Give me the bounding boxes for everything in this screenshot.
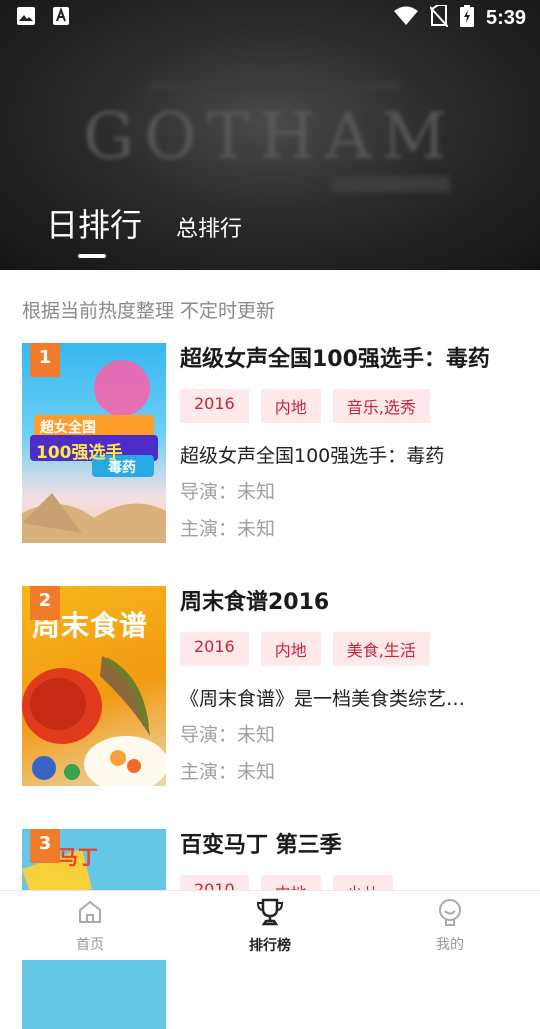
poster-caption-line-1: 超女全国	[40, 420, 96, 436]
wifi-icon	[393, 6, 418, 30]
nav-ranking-label: 排行榜	[249, 937, 291, 954]
nav-ranking[interactable]: 排行榜	[180, 891, 360, 960]
header-banner: GOTHAM 5:39 日排行 总排行	[0, 0, 540, 270]
item-description: 超级女声全国100强选手：毒药	[180, 445, 445, 467]
nav-home[interactable]: 首页	[0, 891, 180, 960]
rank-badge: 2	[30, 586, 60, 620]
item-title[interactable]: 百变马丁 第三季	[180, 829, 500, 863]
item-description: 《周末食谱》是一档美食类综艺节目	[180, 688, 480, 710]
profile-icon	[436, 898, 464, 930]
bottom-navigation: 首页 排行榜 我的	[0, 890, 540, 960]
poster-caption-line-3: 毒药	[108, 460, 136, 476]
trophy-icon	[255, 897, 285, 931]
tag-genre: 美食,生活	[332, 632, 430, 666]
poster-caption: 马丁	[58, 845, 98, 869]
nav-profile-label: 我的	[436, 936, 464, 953]
status-bar: 5:39	[0, 0, 540, 36]
tag-year: 2016	[180, 389, 249, 423]
item-cast: 主演：未知	[180, 761, 276, 783]
status-time: 5:39	[485, 6, 526, 29]
tag-region: 内地	[260, 632, 321, 666]
tag-list: 2016 内地 音乐,选秀	[180, 389, 522, 423]
tab-total-ranking[interactable]: 总排行	[176, 211, 242, 243]
battery-charging-icon	[459, 5, 474, 31]
banner-blur-line	[150, 82, 400, 90]
poster-image[interactable]: 周末食谱 2	[22, 586, 166, 786]
banner-blur-sub	[330, 176, 450, 192]
ranking-tabs: 日排行 总排行	[46, 200, 242, 258]
tag-genre: 音乐,选秀	[332, 389, 430, 423]
rank-badge: 1	[30, 343, 60, 377]
poster-image[interactable]: 超女全国 100强选手 毒药 1	[22, 343, 166, 543]
text-icon	[52, 6, 70, 30]
item-cast: 主演：未知	[180, 518, 276, 540]
nav-home-label: 首页	[76, 936, 104, 953]
ranking-notice: 根据当前热度整理 不定时更新	[22, 300, 276, 322]
item-director: 导演：未知	[180, 724, 276, 746]
item-title[interactable]: 周末食谱2016	[180, 586, 500, 620]
list-item[interactable]: 周末食谱 2 周末食谱2016 2016 内地 美食,生活 《周末食谱》是一档美…	[22, 586, 522, 786]
home-icon	[76, 898, 104, 930]
tag-region: 内地	[260, 389, 321, 423]
item-title[interactable]: 超级女声全国100强选手：毒药	[180, 343, 500, 377]
image-icon	[16, 6, 36, 30]
tag-list: 2016 内地 美食,生活	[180, 632, 522, 666]
banner-title: GOTHAM	[83, 100, 457, 174]
list-item[interactable]: 超女全国 100强选手 毒药 1 超级女声全国100强选手：毒药 2016 内地…	[22, 343, 522, 543]
nav-profile[interactable]: 我的	[360, 891, 540, 960]
tag-year: 2016	[180, 632, 249, 666]
no-sim-icon	[429, 4, 449, 31]
item-director: 导演：未知	[180, 481, 276, 503]
rank-badge: 3	[30, 829, 60, 863]
tab-daily-ranking[interactable]: 日排行	[46, 200, 142, 258]
